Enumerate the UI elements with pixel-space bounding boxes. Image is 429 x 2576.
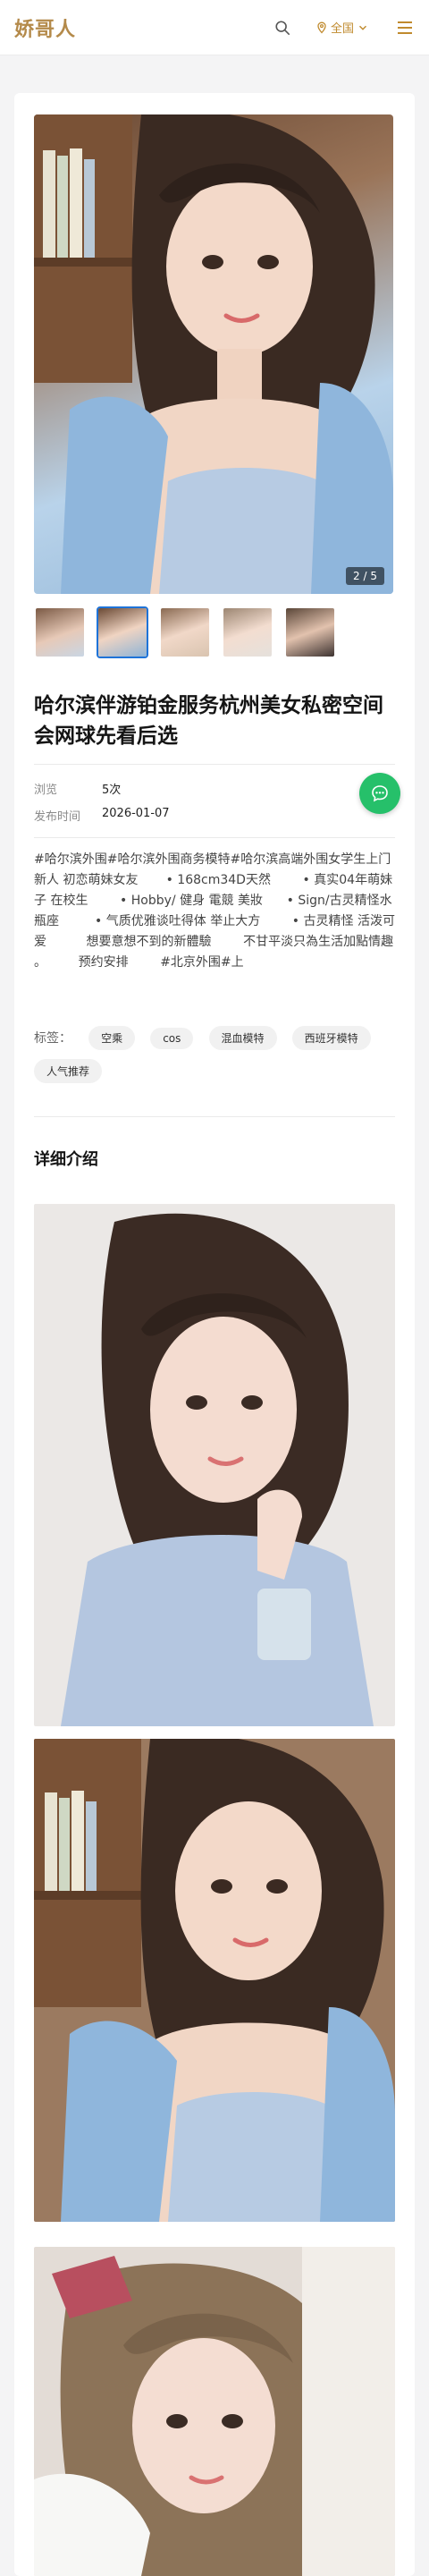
region-selector[interactable]: 全国: [315, 19, 368, 36]
location-pin-icon: [317, 21, 326, 33]
listing-card: 2 / 5 哈尔滨伴游铂金服务杭州美女私密空间会网球先看后选 浏览 5次 发布时…: [14, 93, 415, 2576]
meta-value: 5次: [102, 784, 122, 797]
header-actions: 全国: [273, 18, 415, 38]
main-photo[interactable]: 2 / 5: [34, 114, 393, 594]
site-logo[interactable]: 娇哥人: [14, 13, 76, 42]
detail-image-1: [34, 1204, 395, 1726]
meta-key: 浏览: [34, 784, 58, 797]
meta-publish-date: 发布时间 2026-01-07: [34, 807, 170, 824]
thumbnail-2[interactable]: [97, 606, 148, 658]
site-header: 娇哥人 全国: [0, 0, 429, 55]
thumbnail-strip: [34, 606, 347, 658]
detail-image-2: [34, 1739, 395, 2222]
tag[interactable]: 人气推荐: [34, 1059, 103, 1083]
meta-views: 浏览 5次: [34, 780, 121, 797]
detail-image-1-illustration: [34, 1204, 395, 1726]
thumbnail-5[interactable]: [284, 606, 336, 658]
tags-block: 标签： 空乘 cos 混血模特 西班牙模特 人气推荐: [34, 1026, 395, 1092]
detail-image-3: [34, 2247, 395, 2576]
thumbnail-4[interactable]: [222, 606, 273, 658]
tag[interactable]: cos: [150, 1028, 194, 1049]
chevron-down-icon: [358, 25, 367, 30]
detail-image-2-illustration: [34, 1739, 395, 2222]
meta-value: 2026-01-07: [102, 807, 170, 820]
chat-bubble-icon: [372, 785, 388, 802]
main-photo-illustration: [34, 114, 393, 594]
detail-section-title: 详细介绍: [34, 1150, 98, 1169]
region-label: 全国: [330, 22, 354, 36]
detail-image-3-illustration: [34, 2247, 395, 2576]
thumbnail-1[interactable]: [34, 606, 86, 658]
divider: [34, 764, 395, 765]
meta-key: 发布时间: [34, 810, 81, 824]
tag[interactable]: 混血模特: [208, 1026, 277, 1050]
tag[interactable]: 空乘: [88, 1026, 136, 1050]
photo-counter: 2 / 5: [346, 567, 384, 585]
divider: [34, 837, 395, 838]
search-icon[interactable]: [273, 18, 292, 38]
tag[interactable]: 西班牙模特: [291, 1026, 371, 1050]
hamburger-menu-icon[interactable]: [395, 18, 415, 38]
listing-title: 哈尔滨伴游铂金服务杭州美女私密空间会网球先看后选: [34, 694, 383, 748]
chat-button[interactable]: [359, 773, 400, 814]
divider: [34, 1116, 395, 1117]
listing-description: #哈尔滨外围#哈尔滨外围商务模特#哈尔滨高端外围女学生上门 新人 初恋萌妹女友 …: [34, 852, 415, 970]
thumbnail-3[interactable]: [159, 606, 211, 658]
tags-label: 标签：: [34, 1031, 72, 1046]
